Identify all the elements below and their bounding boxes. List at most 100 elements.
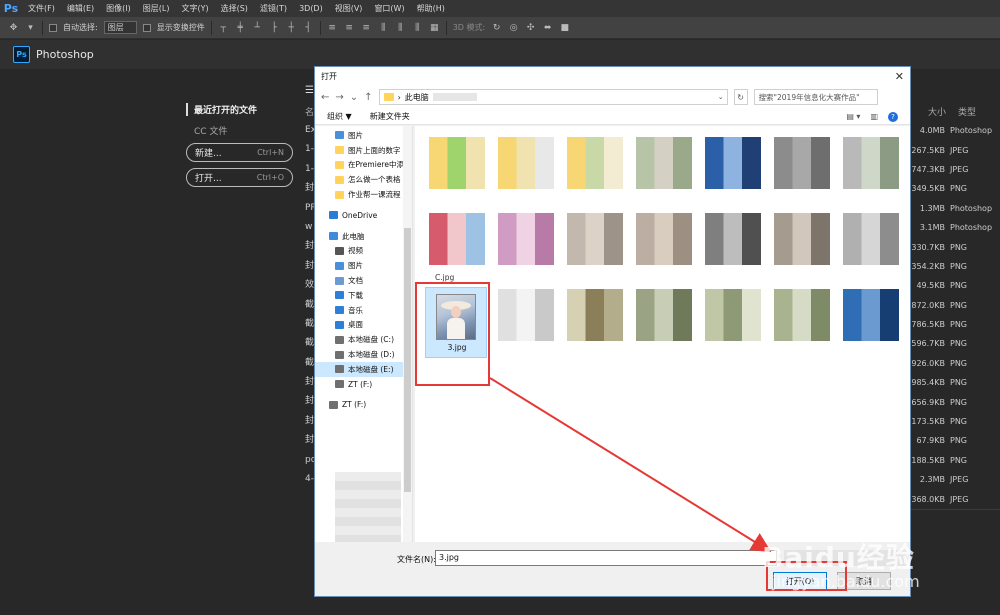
- recent-file-row[interactable]: 267.5KB JPEG: [905, 140, 1000, 159]
- recent-file-row[interactable]: 656.9KB PNG: [905, 392, 1000, 411]
- recent-file-row[interactable]: 354.2KB PNG: [905, 257, 1000, 276]
- auto-align-icon[interactable]: ▦: [429, 23, 440, 33]
- distribute-middle-icon[interactable]: ≡: [344, 23, 355, 33]
- layer-select-dropdown[interactable]: 图层: [103, 21, 137, 34]
- distribute-bottom-icon[interactable]: ≡: [361, 23, 372, 33]
- open-button[interactable]: 打开... Ctrl+O: [186, 168, 293, 187]
- file-thumbnail-item[interactable]: [563, 210, 627, 272]
- nav-item[interactable]: 图片上面的数字: [315, 143, 412, 158]
- back-arrow-icon[interactable]: ←: [321, 92, 329, 103]
- nav-item[interactable]: 怎么做一个表格: [315, 172, 412, 187]
- recent-file-row[interactable]: 49.5KB PNG: [905, 276, 1000, 295]
- nav-item[interactable]: ZT (F:): [315, 398, 412, 413]
- recent-file-row[interactable]: 926.0KB PNG: [905, 354, 1000, 373]
- nav-scrollbar[interactable]: [403, 126, 412, 542]
- menu-layer[interactable]: 图层(L): [137, 0, 176, 17]
- cc-files-link[interactable]: CC 文件: [186, 124, 293, 137]
- menu-window[interactable]: 窗口(W): [368, 0, 410, 17]
- nav-item[interactable]: 本地磁盘 (E:): [315, 361, 412, 377]
- align-left-icon[interactable]: ├: [269, 23, 280, 33]
- menu-filter[interactable]: 滤镜(T): [254, 0, 293, 17]
- file-thumbnail-item[interactable]: [632, 210, 696, 272]
- align-middle-icon[interactable]: ╪: [235, 23, 246, 33]
- preview-pane-icon[interactable]: ▥: [870, 112, 878, 122]
- nav-item[interactable]: 图片: [315, 258, 412, 273]
- recent-file-row[interactable]: 173.5KB PNG: [905, 412, 1000, 431]
- nav-item[interactable]: 本地磁盘 (C:): [315, 332, 412, 347]
- view-mode-icon[interactable]: ▤ ▾: [846, 112, 860, 122]
- recent-file-row[interactable]: 747.3KB JPEG: [905, 160, 1000, 179]
- move-tool-icon[interactable]: ✥: [8, 23, 19, 33]
- up-arrow-icon[interactable]: ↑: [364, 92, 372, 103]
- file-thumbnail-item[interactable]: [425, 134, 489, 196]
- rotate-3d-icon[interactable]: ↻: [491, 23, 502, 33]
- nav-item[interactable]: OneDrive: [315, 208, 412, 223]
- nav-item[interactable]: ZT (F:): [315, 377, 412, 392]
- file-thumbnail-item[interactable]: [494, 286, 558, 348]
- recent-file-row[interactable]: 349.5KB PNG: [905, 179, 1000, 198]
- file-thumbnail-item[interactable]: [839, 210, 903, 272]
- filename-input[interactable]: 3.jpg: [435, 550, 777, 566]
- file-thumbnail-item[interactable]: [839, 134, 903, 196]
- auto-select-checkbox[interactable]: [49, 23, 57, 32]
- nav-item[interactable]: 在Premiere中添: [315, 158, 412, 173]
- column-header-type[interactable]: 类型: [958, 105, 976, 118]
- nav-item[interactable]: 音乐: [315, 303, 412, 318]
- file-thumbnail-item[interactable]: [425, 210, 489, 272]
- recent-file-row[interactable]: 67.9KB PNG: [905, 431, 1000, 450]
- organize-button[interactable]: 组织 ▼: [327, 111, 352, 122]
- file-thumbnail-item[interactable]: [701, 210, 765, 272]
- forward-arrow-icon[interactable]: →: [335, 92, 343, 103]
- file-thumbnail-item[interactable]: [494, 134, 558, 196]
- menu-image[interactable]: 图像(I): [100, 0, 137, 17]
- slide-3d-icon[interactable]: ⬌: [542, 23, 553, 33]
- recent-file-row[interactable]: 872.0KB PNG: [905, 296, 1000, 315]
- file-thumbnail-item[interactable]: [701, 134, 765, 196]
- nav-item[interactable]: 作业帮一课流程: [315, 187, 412, 202]
- recent-file-row[interactable]: 786.5KB PNG: [905, 315, 1000, 334]
- recent-file-row[interactable]: 3.1MB Photoshop: [905, 218, 1000, 237]
- recent-file-row[interactable]: 330.7KB PNG: [905, 237, 1000, 256]
- column-header-name[interactable]: 名: [305, 105, 314, 118]
- scale-3d-icon[interactable]: ■: [559, 23, 570, 33]
- recent-file-row[interactable]: 4.0MB Photoshop: [905, 121, 1000, 140]
- menu-edit[interactable]: 编辑(E): [61, 0, 100, 17]
- column-header-size[interactable]: 大小: [928, 105, 946, 118]
- show-transform-checkbox[interactable]: [142, 23, 151, 32]
- distribute-center-icon[interactable]: ⫼: [395, 23, 406, 33]
- scroll-thumb[interactable]: [404, 228, 411, 492]
- align-right-icon[interactable]: ┤: [303, 23, 314, 33]
- file-thumbnail-item[interactable]: [632, 286, 696, 348]
- nav-item[interactable]: 视频: [315, 244, 412, 259]
- file-thumbnail-item[interactable]: [839, 286, 903, 348]
- recent-file-row[interactable]: 368.0KB JPEG: [905, 489, 1000, 508]
- distribute-right-icon[interactable]: ⫼: [412, 23, 423, 33]
- search-input[interactable]: 搜索"2019年信息化大赛作品": [753, 89, 878, 105]
- chevron-down-icon[interactable]: ▾: [25, 23, 36, 33]
- distribute-top-icon[interactable]: ≡: [327, 23, 338, 33]
- menu-view[interactable]: 视图(V): [329, 0, 369, 17]
- help-icon[interactable]: ?: [888, 111, 898, 122]
- recent-file-row[interactable]: 188.5KB PNG: [905, 451, 1000, 470]
- chevron-down-icon[interactable]: ⌄: [350, 92, 358, 103]
- distribute-left-icon[interactable]: ⫼: [378, 23, 389, 33]
- recent-file-row[interactable]: 1.3MB Photoshop: [905, 199, 1000, 218]
- align-bottom-icon[interactable]: ┴: [252, 23, 263, 33]
- list-view-icon[interactable]: ☰: [305, 85, 314, 96]
- nav-item[interactable]: 此电脑: [315, 229, 412, 244]
- file-thumbnail-item[interactable]: [563, 286, 627, 348]
- menu-select[interactable]: 选择(S): [215, 0, 254, 17]
- recent-file-row[interactable]: 985.4KB PNG: [905, 373, 1000, 392]
- roll-3d-icon[interactable]: ◎: [508, 23, 519, 33]
- menu-type[interactable]: 文字(Y): [175, 0, 214, 17]
- drag-3d-icon[interactable]: ✣: [525, 23, 536, 33]
- recent-files-link[interactable]: 最近打开的文件: [186, 103, 293, 116]
- align-center-icon[interactable]: ┼: [286, 23, 297, 33]
- file-thumbnail-item[interactable]: [563, 134, 627, 196]
- nav-item[interactable]: 图片: [315, 128, 412, 143]
- nav-item[interactable]: 桌面: [315, 318, 412, 333]
- file-thumbnail-item[interactable]: [770, 210, 834, 272]
- menu-help[interactable]: 帮助(H): [411, 0, 451, 17]
- recent-file-row[interactable]: 596.7KB PNG: [905, 334, 1000, 353]
- nav-item[interactable]: 本地磁盘 (D:): [315, 347, 412, 362]
